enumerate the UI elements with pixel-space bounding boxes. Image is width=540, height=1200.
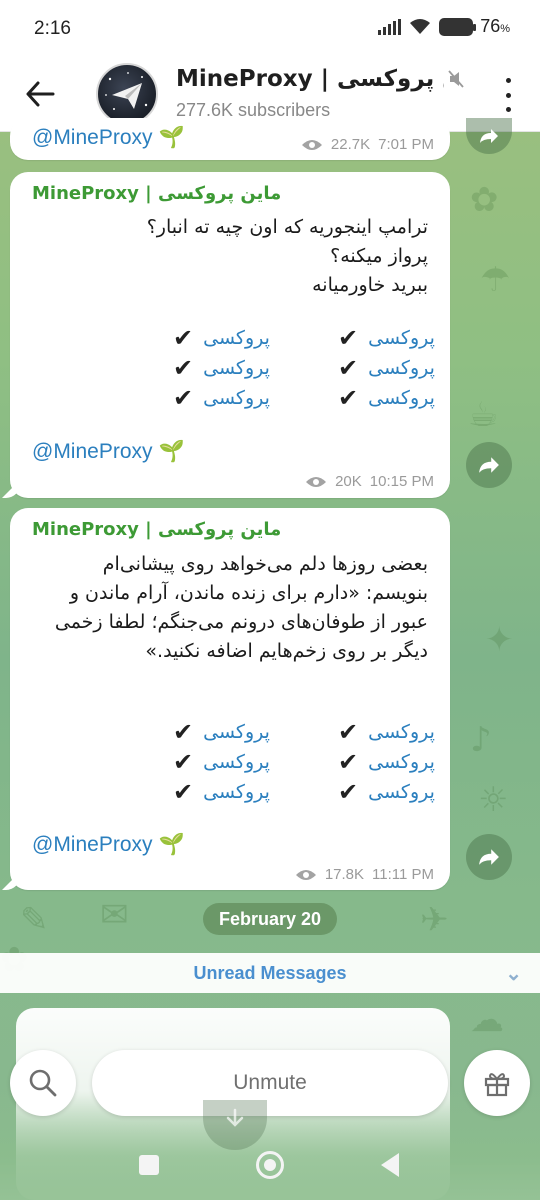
check-mark-icon: ✔	[173, 324, 194, 352]
proxy-link[interactable]: پروکسی	[203, 721, 270, 743]
message-line: ببرید خاورمیانه	[312, 274, 428, 296]
more-options-button[interactable]	[498, 78, 518, 112]
channel-title[interactable]: MineProxy | ماین پروکسی	[176, 66, 444, 92]
message-time: 7:01 PM	[378, 136, 434, 153]
check-mark-icon: ✔	[338, 384, 359, 412]
eye-icon	[306, 476, 327, 487]
home-button[interactable]	[256, 1151, 284, 1179]
channel-handle-link[interactable]: @MineProxy 🌱	[32, 126, 185, 150]
seedling-icon: 🌱	[158, 126, 185, 149]
sender-name[interactable]: MineProxy | ماین پروکسی	[32, 519, 281, 540]
recents-button[interactable]	[139, 1155, 159, 1175]
check-mark-icon: ✔	[173, 748, 194, 776]
share-button[interactable]	[466, 442, 512, 488]
channel-avatar[interactable]	[96, 63, 158, 125]
view-count: 17.8K	[324, 866, 365, 883]
proxy-link[interactable]: پروکسی	[368, 751, 435, 773]
back-button[interactable]	[18, 72, 62, 116]
message-line: عبور از طوفان‌های درونم می‌جنگم؛ لطفا زخ…	[54, 611, 428, 633]
forward-arrow-icon	[479, 849, 499, 865]
check-mark-icon: ✔	[338, 354, 359, 382]
proxy-link[interactable]: پروکسی	[368, 387, 435, 409]
check-mark-icon: ✔	[173, 778, 194, 806]
check-mark-icon: ✔	[173, 384, 194, 412]
check-mark-icon: ✔	[338, 748, 359, 776]
status-bar: 2:16 76%	[0, 0, 540, 58]
eye-icon	[301, 139, 322, 150]
muted-speaker-icon	[448, 70, 464, 88]
system-back-button[interactable]	[381, 1153, 399, 1177]
seedling-icon: 🌱	[158, 833, 185, 856]
channel-handle-link[interactable]: @MineProxy 🌱	[32, 440, 185, 464]
check-mark-icon: ✔	[338, 718, 359, 746]
signal-icon	[378, 18, 402, 35]
gift-icon	[484, 1073, 510, 1097]
check-mark-icon: ✔	[338, 324, 359, 352]
check-mark-icon: ✔	[173, 354, 194, 382]
wifi-icon	[410, 18, 431, 34]
forward-arrow-icon	[479, 457, 499, 473]
arrow-left-icon	[26, 81, 55, 107]
message-line: بعضی روزها دلم می‌خواهد روی پیشانی‌ام	[102, 553, 428, 575]
eye-icon	[295, 869, 316, 880]
seedling-icon: 🌱	[158, 440, 185, 463]
proxy-link[interactable]: پروکسی	[203, 387, 270, 409]
more-vertical-icon	[505, 78, 511, 83]
message-time: 11:11 PM	[372, 866, 434, 883]
unread-messages-divider: Unread Messages ⌄	[0, 953, 540, 993]
proxy-link[interactable]: پروکسی	[368, 721, 435, 743]
forward-arrow-icon	[480, 129, 498, 143]
status-time: 2:16	[34, 18, 71, 39]
proxy-link[interactable]: پروکسی	[368, 357, 435, 379]
proxy-link[interactable]: پروکسی	[203, 781, 270, 803]
arrow-down-icon	[226, 1108, 244, 1127]
message-line: دیگر بر روی زخم‌هایم اضافه نکنید.»	[145, 640, 428, 662]
message-text: ترامپ اینجوریه که اون چیه ته انبار؟ پروا…	[23, 213, 428, 300]
gift-button[interactable]	[464, 1050, 530, 1116]
paper-plane-logo	[105, 72, 148, 110]
message-bubble-partial: @MineProxy 🌱 22.7K 7:01 PM	[10, 118, 450, 160]
battery-level: 76	[480, 16, 501, 36]
sender-name[interactable]: MineProxy | ماین پروکسی	[32, 183, 281, 204]
message-text: بعضی روزها دلم می‌خواهد روی پیشانی‌ام بن…	[23, 550, 428, 666]
search-button[interactable]	[10, 1050, 76, 1116]
message-bubble: MineProxy | ماین پروکسی ترامپ اینجوریه ک…	[10, 172, 450, 498]
message-time: 10:15 PM	[369, 473, 434, 490]
chevron-down-icon: ⌄	[505, 963, 522, 985]
search-icon	[29, 1069, 57, 1097]
date-separator: February 20	[203, 903, 337, 935]
unmute-button[interactable]: Unmute	[92, 1050, 448, 1116]
share-button[interactable]	[466, 834, 512, 880]
message-line: پرواز میکنه؟	[330, 245, 428, 267]
proxy-link[interactable]: پروکسی	[368, 327, 435, 349]
system-navigation-bar	[0, 1140, 540, 1200]
view-count: 22.7K	[330, 136, 371, 153]
battery-percent-sign: %	[500, 23, 510, 35]
proxy-link[interactable]: پروکسی	[203, 357, 270, 379]
view-count: 20K	[335, 473, 362, 490]
proxy-link[interactable]: پروکسی	[368, 781, 435, 803]
proxy-link[interactable]: پروکسی	[203, 751, 270, 773]
message-line: بنویسم: «دارم برای زنده ماندن، آرام ماند…	[69, 582, 428, 604]
check-mark-icon: ✔	[173, 718, 194, 746]
channel-handle-link[interactable]: @MineProxy 🌱	[32, 833, 185, 857]
proxy-link[interactable]: پروکسی	[203, 327, 270, 349]
unread-label: Unread Messages	[193, 962, 347, 983]
message-bubble: MineProxy | ماین پروکسی بعضی روزها دلم م…	[10, 508, 450, 890]
check-mark-icon: ✔	[338, 778, 359, 806]
message-line: ترامپ اینجوریه که اون چیه ته انبار؟	[146, 216, 428, 238]
battery-icon	[439, 17, 477, 36]
